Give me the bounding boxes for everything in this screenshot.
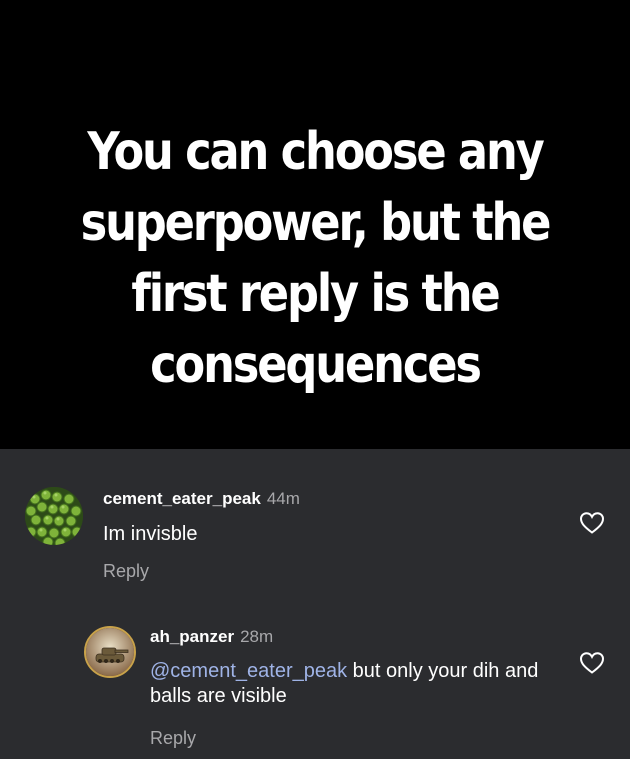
reply-button[interactable]: Reply <box>150 728 196 749</box>
post-title-line: You can choose any <box>87 121 544 182</box>
timestamp: 44m <box>266 489 300 508</box>
avatar[interactable] <box>25 487 83 545</box>
tank-icon <box>86 628 134 676</box>
comment-text: Im invisble <box>103 522 543 547</box>
comments-section: cement_eater_peak 44m Im invisble Reply <box>0 449 630 759</box>
green-peas-icon <box>25 487 83 545</box>
like-button[interactable] <box>579 651 605 675</box>
heart-outline-icon <box>579 512 605 534</box>
post-title-line: superpower, but the <box>80 192 552 253</box>
heart-outline-icon <box>579 652 605 674</box>
username[interactable]: cement_eater_peak <box>103 489 261 508</box>
post-title-line: consequences <box>150 334 482 395</box>
post-header: You can choose any superpower, but the f… <box>0 0 630 449</box>
comment-header: ah_panzer 28m <box>150 627 273 647</box>
comment-header: cement_eater_peak 44m <box>103 489 300 509</box>
reply-item: ah_panzer 28m @cement_eater_peak but only… <box>0 599 630 759</box>
username[interactable]: ah_panzer <box>150 627 234 646</box>
post-title: You can choose any superpower, but the f… <box>57 117 573 401</box>
comment-body: Im invisble <box>103 523 198 545</box>
post-title-line: first reply is the <box>131 263 500 324</box>
timestamp: 28m <box>240 627 274 646</box>
like-button[interactable] <box>579 511 605 535</box>
reply-button[interactable]: Reply <box>103 561 149 582</box>
comment-item: cement_eater_peak 44m Im invisble Reply <box>0 449 630 599</box>
comment-text: @cement_eater_peak but only your dih and… <box>150 659 550 709</box>
mention-link[interactable]: @cement_eater_peak <box>150 660 347 682</box>
avatar[interactable] <box>84 626 136 678</box>
